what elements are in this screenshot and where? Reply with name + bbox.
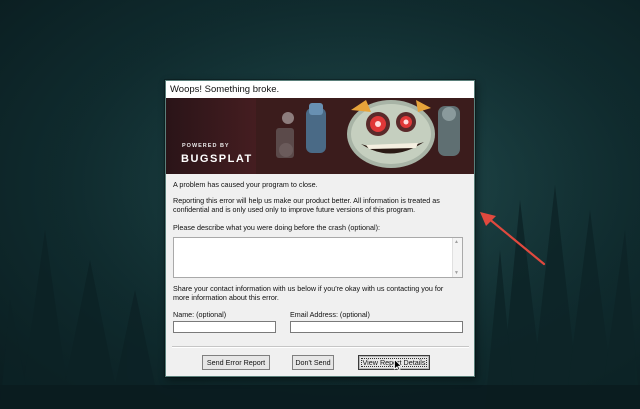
reporting-info-line2: confidential and is only used only to im…: [173, 205, 416, 214]
bugsplat-banner: POWERED BY BUGSPLAT: [166, 98, 474, 174]
dont-send-button[interactable]: Don't Send: [292, 355, 334, 370]
reporting-info-line1: Reporting this error will help us make o…: [173, 196, 440, 205]
bugsplat-logo-text: BUGSPLAT: [181, 153, 253, 165]
name-label: Name: (optional): [173, 310, 227, 319]
name-input[interactable]: [173, 321, 276, 333]
email-input[interactable]: [290, 321, 463, 333]
crash-report-dialog: Woops! Something broke. POWERED BY BUGSP…: [165, 80, 475, 377]
crash-message: A problem has caused your program to clo…: [173, 180, 318, 189]
crash-description-textarea[interactable]: ▲ ▼: [173, 237, 463, 278]
button-divider: [172, 346, 469, 348]
annotation-arrow-icon: [480, 212, 546, 266]
send-error-report-button[interactable]: Send Error Report: [202, 355, 270, 370]
scroll-down-icon[interactable]: ▼: [454, 270, 459, 276]
mouse-cursor-icon: [394, 359, 402, 371]
contact-info-line2: more information about this error.: [173, 293, 279, 302]
dialog-title: Woops! Something broke.: [166, 81, 474, 98]
description-scrollbar[interactable]: ▲ ▼: [452, 238, 462, 277]
contact-info-line1: Share your contact information with us b…: [173, 284, 444, 293]
powered-by-label: POWERED BY: [182, 143, 230, 149]
describe-label: Please describe what you were doing befo…: [173, 223, 380, 232]
email-label: Email Address: (optional): [290, 310, 370, 319]
scroll-up-icon[interactable]: ▲: [454, 239, 459, 245]
